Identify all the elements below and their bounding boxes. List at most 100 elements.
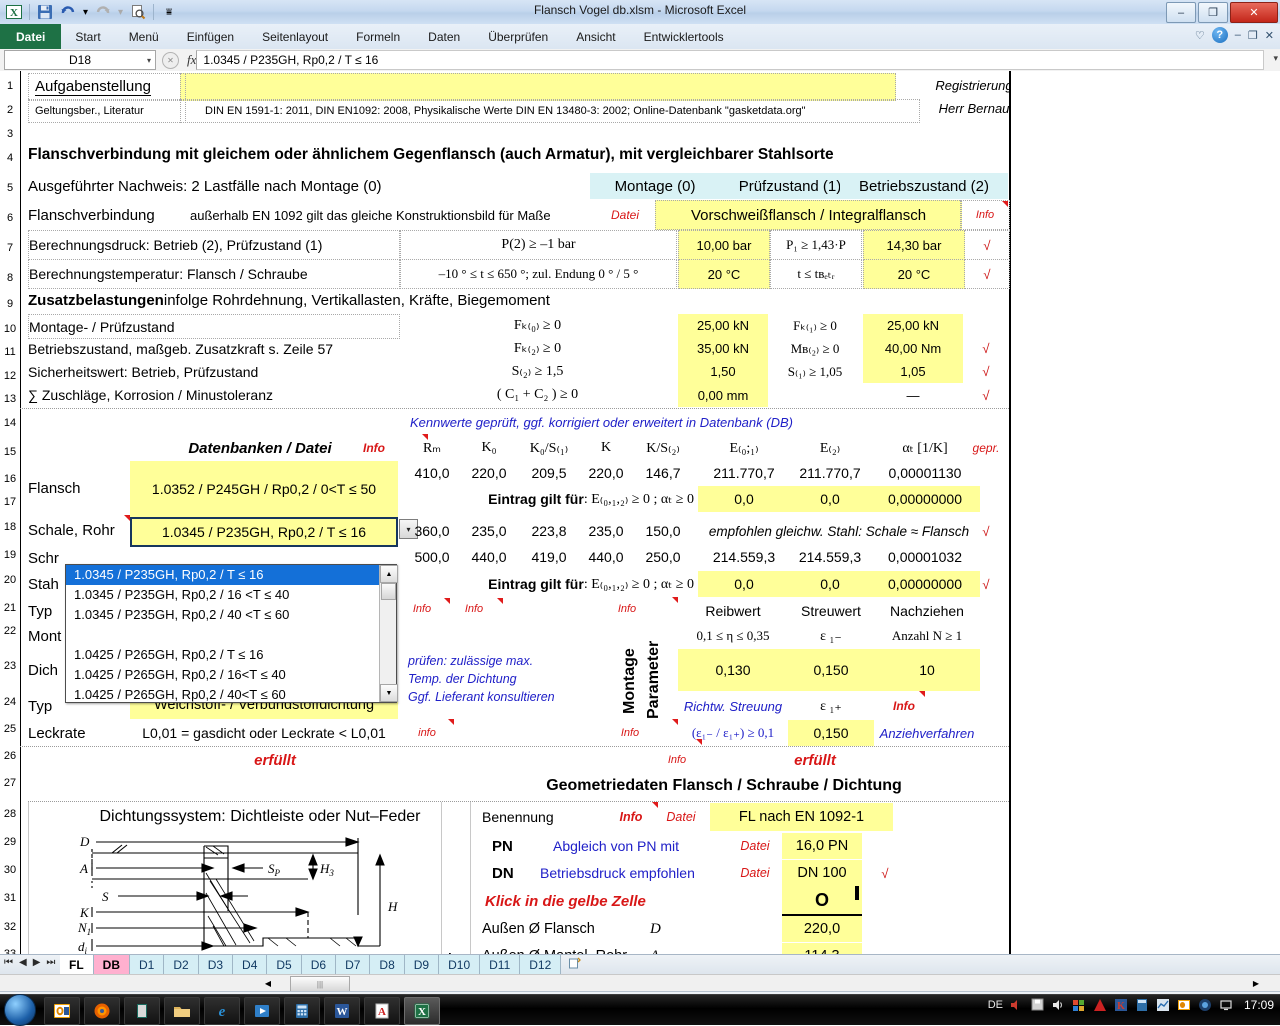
row-header[interactable]: 9 (0, 298, 20, 310)
cell-r18-value[interactable]: 1.0345 / P235GH, Rp0,2 / T ≤ 16 (132, 519, 396, 545)
taskbar-clock[interactable]: 17:09 (1244, 998, 1274, 1012)
cell-r17-alpha[interactable]: 0,00000000 (870, 486, 980, 512)
cell-state-betriebszustand[interactable]: Betriebszustand (2) (840, 173, 1008, 199)
dropdown-option[interactable]: 1.0345 / P235GH, Rp0,2 / 16 <T ≤ 40 (66, 585, 396, 605)
row-header[interactable]: 24 (0, 696, 20, 708)
row-header[interactable]: 8 (0, 272, 20, 284)
cell-r5-label[interactable]: Ausgeführter Nachweis: 2 Lastfälle nach … (28, 173, 588, 199)
cell-state-montage[interactable]: Montage (0) (590, 173, 720, 199)
row-header[interactable]: 1 (0, 80, 20, 92)
network-icon[interactable] (1072, 997, 1087, 1012)
graph-icon[interactable] (1156, 997, 1171, 1012)
sheet-tab-d10[interactable]: D10 (439, 955, 480, 975)
row-header[interactable]: 31 (0, 892, 20, 904)
shield-icon[interactable] (1198, 997, 1213, 1012)
cell-r25-eps-value[interactable]: 0,150 (788, 720, 874, 746)
cell-r8-value-pruef[interactable]: 20 °C (863, 259, 965, 289)
insert-function-icon[interactable]: fx (187, 52, 196, 68)
cell-r25-value[interactable]: L0,01 = gasdicht oder Leckrate < L0,01 (130, 720, 398, 746)
name-box[interactable]: D18 ▾ (4, 50, 156, 70)
sheet-tab-d3[interactable]: D3 (199, 955, 233, 975)
row-header[interactable]: 4 (0, 152, 20, 164)
name-box-chevron-down-icon[interactable]: ▾ (147, 56, 151, 65)
minimize-ribbon-icon[interactable]: ♡ (1195, 29, 1205, 42)
sheet-tab-fl[interactable]: FL (60, 955, 94, 975)
firefox-icon[interactable] (84, 997, 120, 1025)
cell-r10-label[interactable]: Montage- / Prüfzustand (28, 314, 400, 339)
outlook-icon[interactable] (44, 997, 80, 1025)
row-header[interactable]: 15 (0, 446, 20, 458)
cell-r1-input[interactable] (180, 73, 896, 101)
cell-r30-datei[interactable]: Datei (732, 860, 778, 886)
cell-r8-label[interactable]: Berechnungstemperatur: Flansch / Schraub… (28, 259, 400, 289)
disk-icon[interactable] (1030, 997, 1045, 1012)
cell-r28-benennung-value[interactable]: FL nach EN 1092-1 (710, 803, 893, 831)
cell-r6-flange-type[interactable]: Vorschweißflansch / Integralflansch (655, 200, 962, 230)
scroll-down-icon[interactable]: ▼ (380, 684, 398, 702)
explorer-icon[interactable] (164, 997, 200, 1025)
cell-r7-label[interactable]: Berechnungsdruck: Betrieb (2), Prüfzusta… (28, 230, 400, 260)
dropdown-option[interactable]: 1.0425 / P265GH, Rp0,2 / 16<T ≤ 40 (66, 665, 396, 685)
row-header[interactable]: 3 (0, 128, 20, 140)
cell-r10-value-pruef[interactable]: 25,00 kN (863, 314, 963, 337)
cell-r11-label[interactable]: Betriebszustand, maßgeb. Zusatzkraft s. … (28, 337, 398, 360)
row-header[interactable]: 20 (0, 574, 20, 586)
row-header[interactable]: 2 (0, 104, 20, 116)
row-header[interactable]: 28 (0, 808, 20, 820)
cell-r12-value-montage[interactable]: 1,50 (678, 360, 768, 383)
cell-r16-label[interactable]: Flansch (28, 475, 128, 501)
cell-r6-label[interactable]: Flanschverbindung (28, 202, 178, 228)
cell-r7-value-pruef[interactable]: 14,30 bar (863, 230, 965, 260)
dropdown-option[interactable]: 1.0425 / P265GH, Rp0,2 / T ≤ 16 (66, 645, 396, 665)
cell-r2-label[interactable]: Geltungsber., Literatur (28, 99, 186, 123)
cell-r31-symbol[interactable]: O (782, 886, 862, 917)
cell-r20-e2[interactable]: 0,0 (790, 571, 870, 597)
cell-r18-label[interactable]: Schale, Rohr (28, 517, 138, 543)
cell-r32-value[interactable]: 220,0 (782, 916, 862, 942)
cell-r16-flansch-material[interactable]: 1.0352 / P245GH / Rp0,2 / 0<T ≤ 50 (130, 461, 398, 517)
taskbar-buttons[interactable]: e W A X (44, 997, 440, 1025)
antivirus-icon[interactable]: K (1114, 997, 1129, 1012)
cell-r25-info[interactable]: info (405, 720, 449, 746)
cell-r30-dn-value[interactable]: DN 100 (782, 860, 862, 886)
speaker-icon[interactable] (1051, 997, 1066, 1012)
cell-r29-datei[interactable]: Datei (732, 833, 778, 859)
excel-icon[interactable]: X (404, 997, 440, 1025)
close-button[interactable]: ✕ (1230, 2, 1278, 23)
scrollbar-thumb[interactable] (381, 583, 396, 600)
formula-input[interactable]: 1.0345 / P235GH, Rp0,2 / T ≤ 16 (196, 50, 1264, 70)
row-header[interactable]: 17 (0, 496, 20, 508)
internet-explorer-icon[interactable]: e (204, 997, 240, 1025)
cell-r21-info-a[interactable]: Info (400, 598, 444, 620)
sheet-tabs[interactable]: FL DB D1 D2 D3 D4 D5 D6 D7 D8 D9 D10 D11… (60, 955, 589, 975)
cell-r21-info-c[interactable]: Info (605, 598, 649, 620)
cell-r1-label[interactable]: Aufgabenstellung (28, 73, 186, 101)
tab-datei[interactable]: Datei (0, 24, 61, 49)
volume-mute-icon[interactable] (1009, 997, 1024, 1012)
tab-formeln[interactable]: Formeln (342, 24, 414, 49)
dropdown-option[interactable]: 1.0345 / P235GH, Rp0,2 / T ≤ 16 (66, 565, 396, 585)
ribbon-tabs[interactable]: Datei Start Menü Einfügen Seitenlayout F… (0, 24, 738, 49)
next-sheet-icon[interactable]: ▶ (33, 957, 41, 968)
cancel-formula-icon[interactable]: ✕ (162, 52, 179, 69)
sheet-tab-d2[interactable]: D2 (164, 955, 198, 975)
row-header[interactable]: 18 (0, 521, 20, 533)
cell-r28-info[interactable]: Info (608, 803, 654, 831)
cell-r25-label[interactable]: Leckrate (28, 720, 128, 746)
cell-r7-value-montage[interactable]: 10,00 bar (678, 230, 770, 260)
formula-buttons[interactable]: ✕ fx (162, 52, 196, 69)
language-indicator[interactable]: DE (988, 999, 1003, 1011)
expand-formula-bar-icon[interactable]: ▾ (1273, 53, 1278, 64)
cell-r15-info[interactable]: Info (350, 435, 398, 461)
sheet-nav-buttons[interactable]: ⏮ ◀ ▶ ⏭ (4, 957, 55, 968)
row-header[interactable]: 14 (0, 417, 20, 429)
prev-sheet-icon[interactable]: ◀ (19, 957, 27, 968)
scroll-left-icon[interactable]: ◀ (260, 976, 276, 990)
sheet-tab-d12[interactable]: D12 (520, 955, 561, 975)
row-header[interactable]: 5 (0, 182, 20, 194)
scroll-right-icon[interactable]: ▶ (1248, 976, 1264, 990)
sheet-tab-d1[interactable]: D1 (130, 955, 164, 975)
cell-r17-e01[interactable]: 0,0 (698, 486, 790, 512)
calculator-tray-icon[interactable] (1135, 997, 1150, 1012)
outlook-tray-icon[interactable] (1177, 997, 1192, 1012)
